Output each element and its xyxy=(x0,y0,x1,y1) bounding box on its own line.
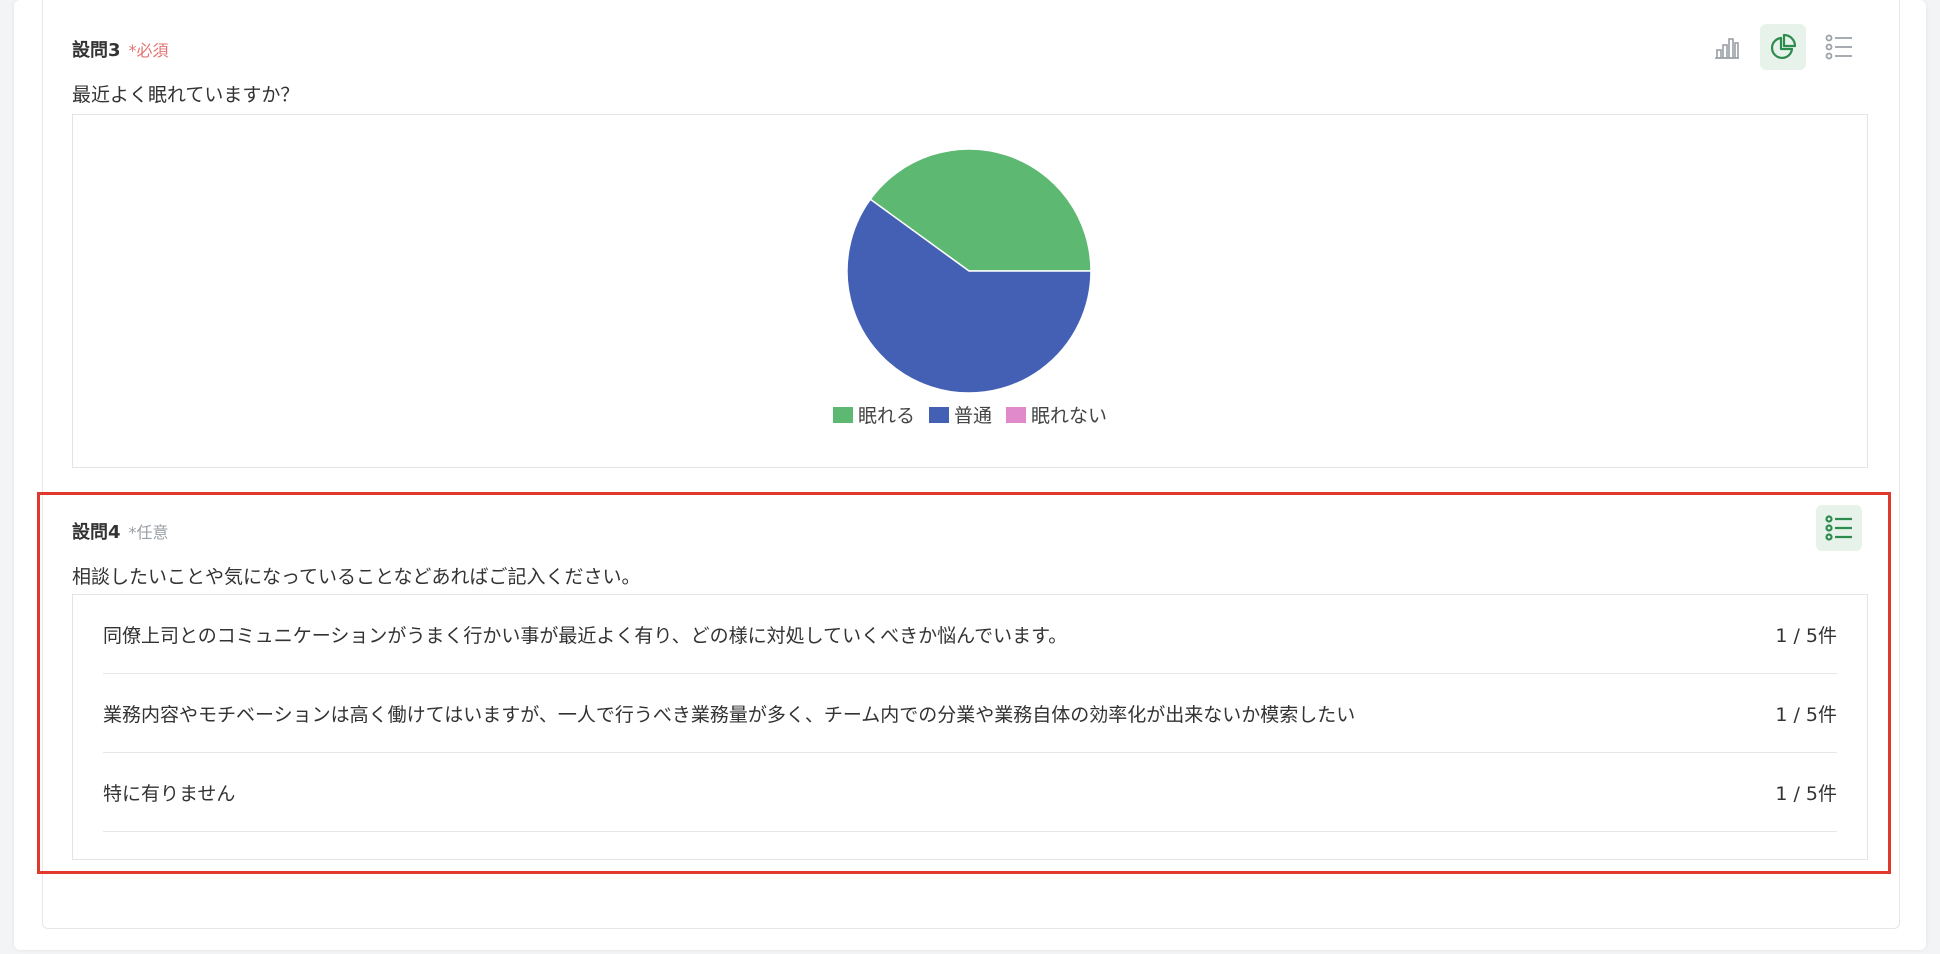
q3-number: 設問3 xyxy=(72,40,121,61)
q3-chart-panel: 眠れる 普通 眠れない xyxy=(72,114,1868,468)
list-item: 同僚上司とのコミュニケーションがうまく行かい事が最近よく有り、どの様に対処してい… xyxy=(103,595,1837,674)
legend-label: 眠れない xyxy=(1031,405,1108,427)
legend-swatch xyxy=(928,406,949,423)
q3-required-badge: *必須 xyxy=(128,41,169,60)
bar-chart-view-button[interactable] xyxy=(1704,24,1750,70)
answer-count: 1 / 5件 xyxy=(1775,703,1837,726)
list-item: 業務内容やモチベーションは高く働けてはいますが、一人で行うべき業務量が多く、チー… xyxy=(103,674,1837,753)
q4-number: 設問4 xyxy=(72,522,121,543)
q4-list-view-button[interactable] xyxy=(1816,505,1862,551)
answer-count: 1 / 5件 xyxy=(1775,624,1837,647)
answer-count: 1 / 5件 xyxy=(1775,782,1837,805)
list-view-button[interactable] xyxy=(1816,24,1862,70)
answer-text: 業務内容やモチベーションは高く働けてはいますが、一人で行うべき業務量が多く、チー… xyxy=(103,703,1356,726)
q4-optional-badge: *任意 xyxy=(128,523,169,542)
answer-text: 特に有りません xyxy=(103,782,236,805)
legend-item-1[interactable]: 普通 xyxy=(928,401,992,428)
legend-label: 眠れる xyxy=(857,405,915,427)
q4-header: 設問4 *任意 xyxy=(72,518,169,544)
q4-answers-list: 同僚上司とのコミュニケーションがうまく行かい事が最近よく有り、どの様に対処してい… xyxy=(72,594,1868,860)
q3-question-text: 最近よく眠れていますか？ xyxy=(72,84,300,106)
chart-legend: 眠れる 普通 眠れない xyxy=(73,401,1867,428)
legend-item-0[interactable]: 眠れる xyxy=(832,401,915,428)
legend-swatch xyxy=(1006,406,1026,423)
list-icon xyxy=(1825,34,1852,60)
q4-question-text: 相談したいことや気になっていることなどあればご記入ください。 xyxy=(72,566,641,588)
legend-item-2[interactable]: 眠れない xyxy=(1006,401,1107,428)
answer-text: 同僚上司とのコミュニケーションがうまく行かい事が最近よく有り、どの様に対処してい… xyxy=(103,624,1068,647)
legend-label: 普通 xyxy=(953,405,992,427)
list-item: 特に有りません 1 / 5件 xyxy=(103,753,1837,832)
pie-chart xyxy=(846,148,1092,394)
bar-chart-icon xyxy=(1715,38,1739,59)
pie-chart-icon xyxy=(1770,33,1797,60)
legend-swatch xyxy=(832,406,853,423)
list-icon xyxy=(1825,515,1852,541)
q3-header: 設問3 *必須 xyxy=(72,36,169,62)
survey-results-page: 設問3 *必須 最近よく眠れていますか？ 眠れる 普通 眠れない 設問4 *任意… xyxy=(0,0,1940,954)
pie-chart-view-button[interactable] xyxy=(1760,24,1806,70)
